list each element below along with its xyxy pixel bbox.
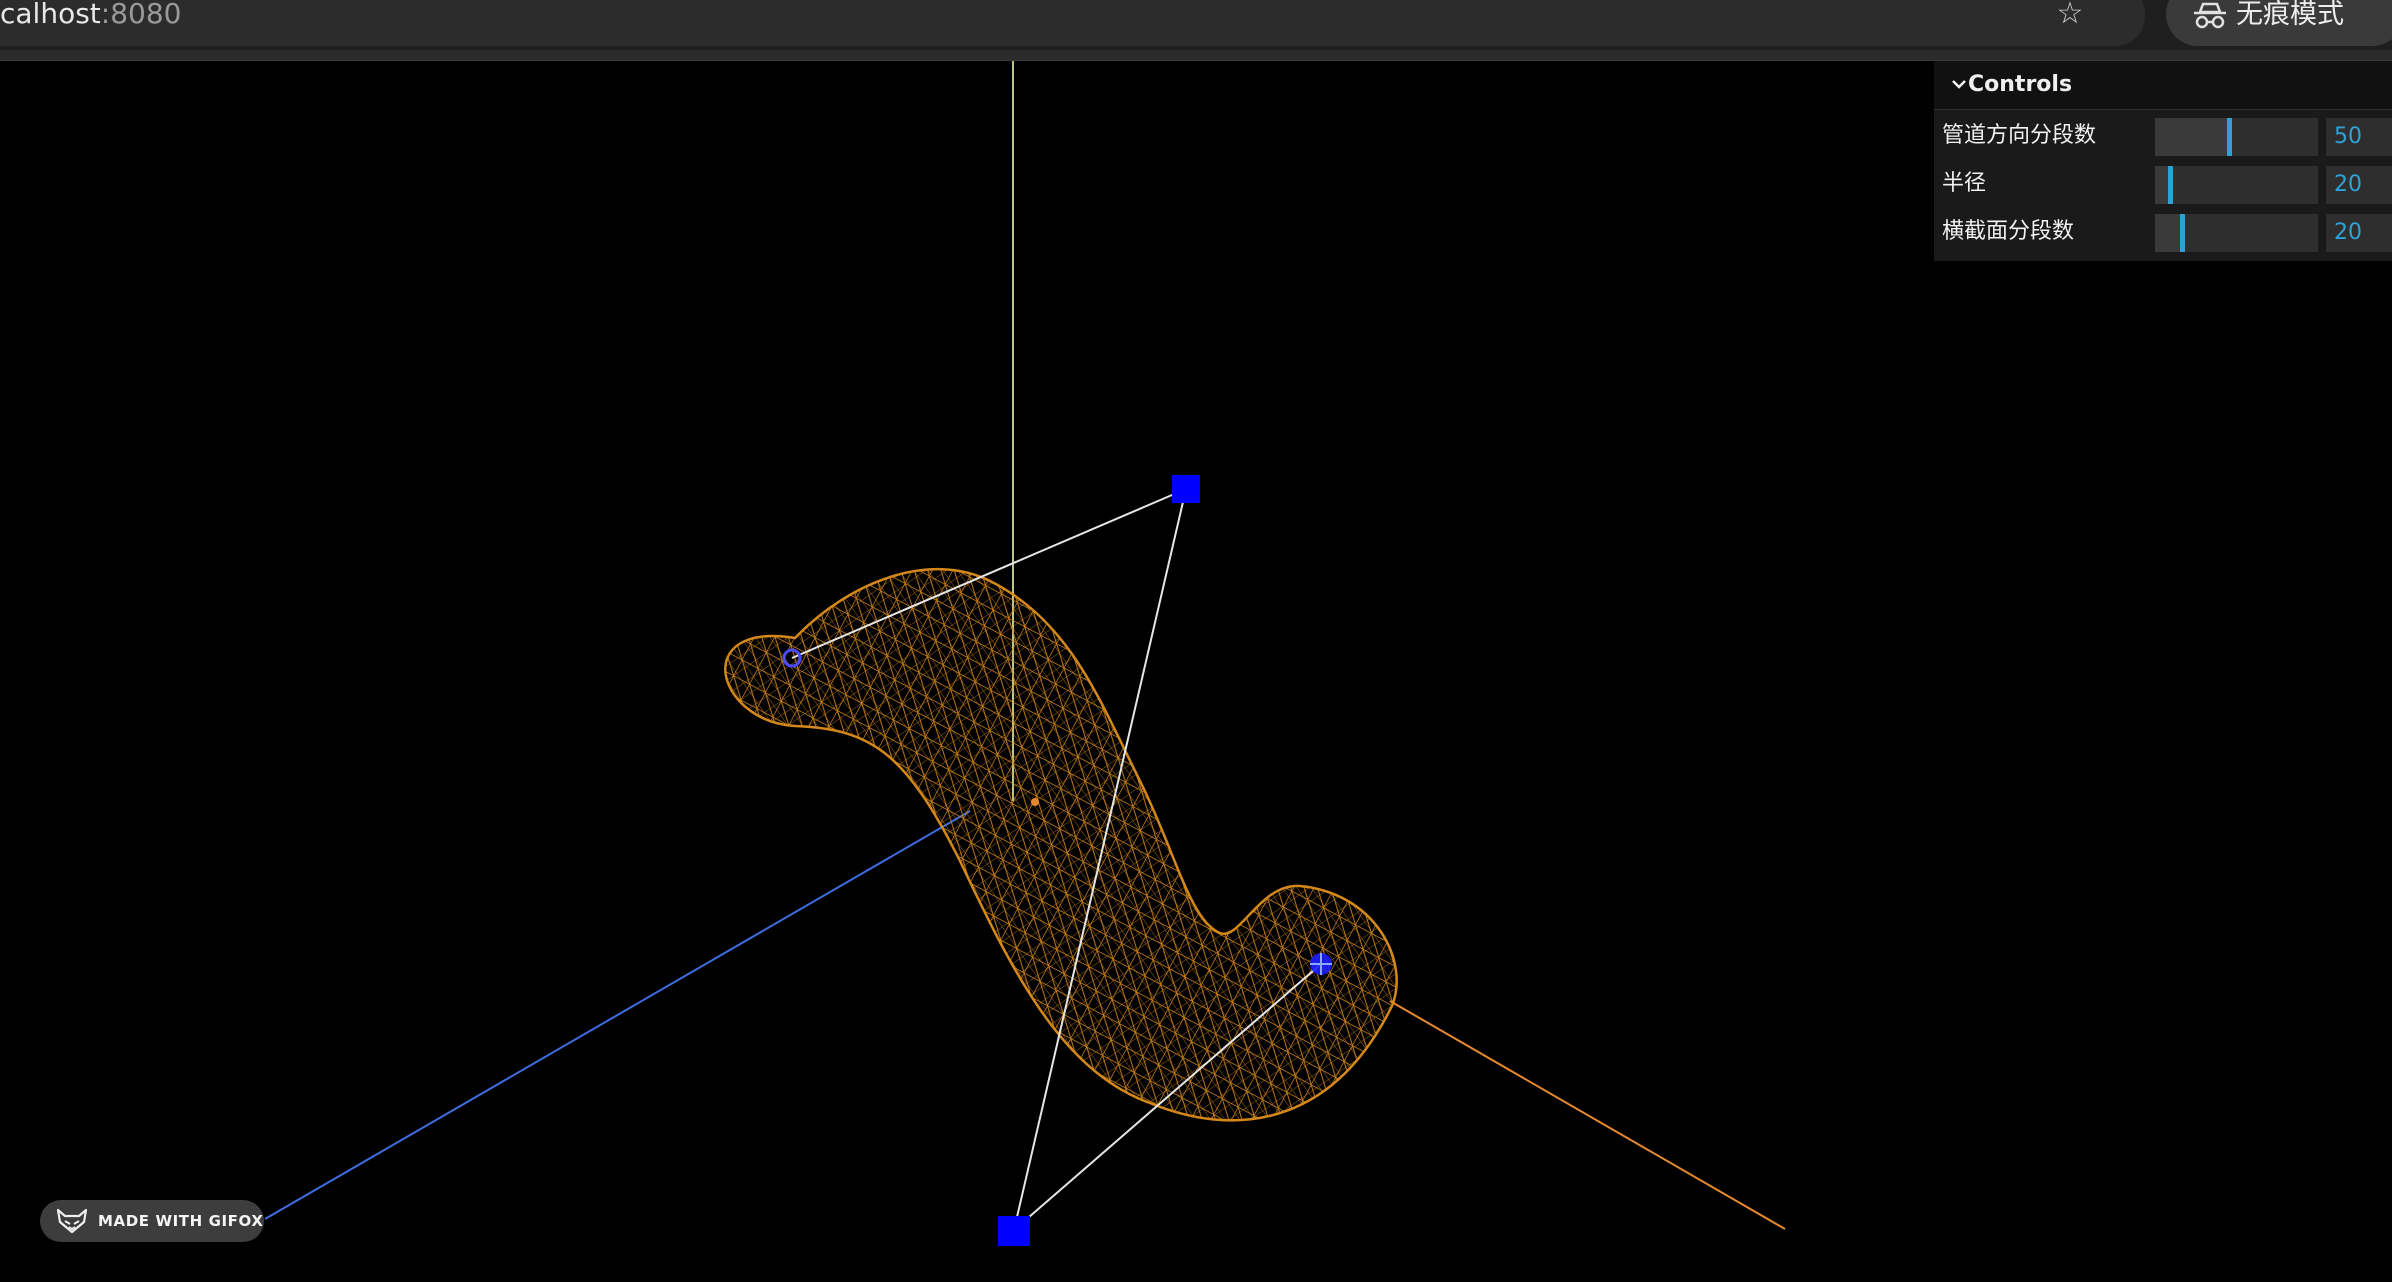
url-port: :8080 [100,0,182,30]
axis-z-line [264,810,971,1220]
url-host: calhost [0,0,101,30]
incognito-button[interactable]: 无痕模式 [2166,0,2392,46]
fox-logo-icon [56,1208,88,1234]
chevron-down-icon [1952,80,1966,89]
browser-toolbar: calhost:8080 ☆ 无痕模式 [0,0,2392,61]
incognito-label: 无痕模式 [2236,0,2344,30]
gifox-watermark-badge: MADE WITH GIFOX [40,1200,264,1242]
axis-x-line [1389,1000,1786,1230]
control-label: 横截面分段数 [1942,219,2075,244]
tubular-segments-input[interactable]: 50 [2326,118,2392,156]
control-point-handle[interactable] [1172,475,1200,503]
control-row-radial-segments: 横截面分段数 20 [1934,209,2392,255]
control-point-handle[interactable] [998,1216,1030,1246]
toolbar-divider [0,50,2392,60]
slider-fill [2155,214,2183,252]
control-row-tubular-segments: 管道方向分段数 50 [1934,113,2392,159]
control-row-radius: 半径 20 [1934,161,2392,207]
slider-knob[interactable] [2227,118,2232,156]
radius-input[interactable]: 20 [2326,166,2392,204]
controls-header[interactable]: Controls [1934,61,2392,110]
tube-geometry-wireframe [724,567,1398,1122]
radius-slider[interactable] [2155,166,2318,204]
control-label: 半径 [1942,171,1987,196]
controls-panel: Controls 管道方向分段数 50 半径 20 横截面分段数 20 [1934,61,2392,261]
url-text[interactable]: calhost:8080 [0,0,181,30]
origin-marker [1031,798,1039,806]
curve-endpoint-marker[interactable] [1310,953,1332,975]
tubular-segments-slider[interactable] [2155,118,2318,156]
control-label: 管道方向分段数 [1942,123,2097,148]
radial-segments-input[interactable]: 20 [2326,214,2392,252]
slider-fill [2155,118,2230,156]
slider-knob[interactable] [2168,166,2173,204]
slider-knob[interactable] [2180,214,2185,252]
controls-title: Controls [1968,72,2073,97]
bookmark-star-icon[interactable]: ☆ [2054,0,2086,29]
address-bar[interactable]: calhost:8080 ☆ [0,0,2145,46]
incognito-icon [2194,2,2226,29]
gifox-label: MADE WITH GIFOX [98,1212,264,1230]
radial-segments-slider[interactable] [2155,214,2318,252]
